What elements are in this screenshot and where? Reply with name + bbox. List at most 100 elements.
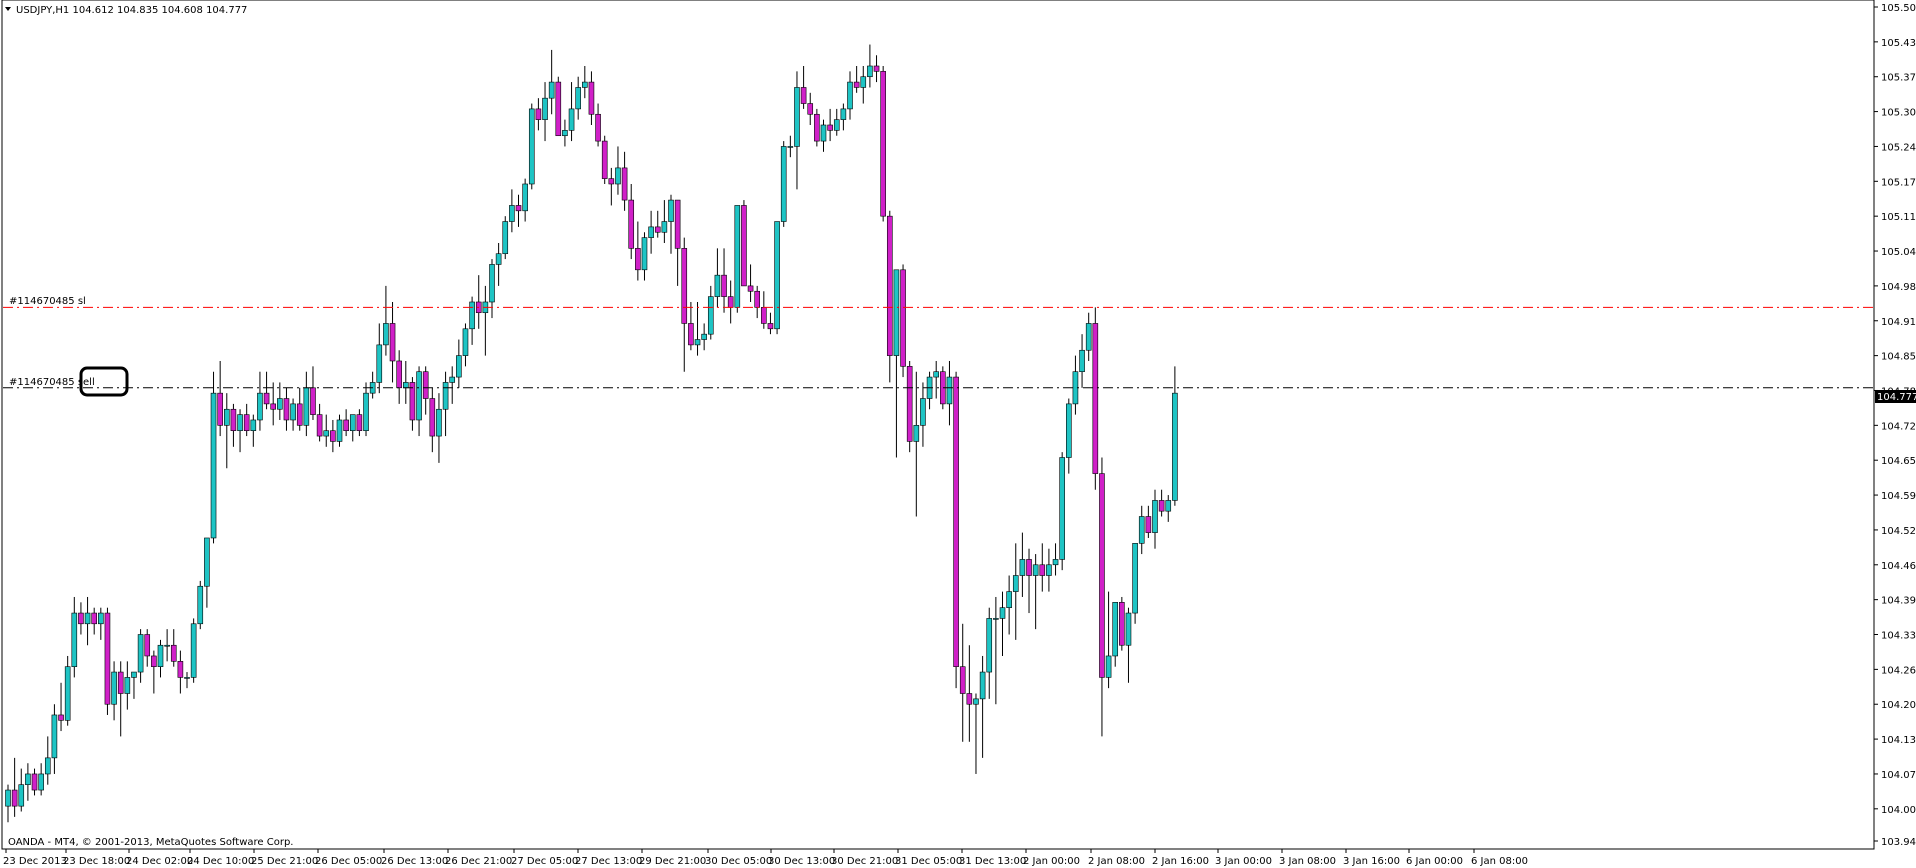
time-tick-label: 2 Jan 00:00 [1023, 856, 1080, 867]
price-tick-label: 104.200 [1881, 700, 1916, 711]
bull-candle [668, 199, 674, 222]
price-tick-label: 105.175 [1881, 177, 1916, 188]
bull-candle [190, 623, 197, 678]
time-tick-label: 27 Dec 13:00 [575, 856, 642, 867]
bear-candle [654, 226, 661, 233]
bull-candle [502, 221, 509, 255]
bull-candle [780, 146, 787, 222]
bear-candle [886, 215, 893, 356]
bear-candle [177, 661, 184, 678]
bull-candle [1165, 500, 1172, 512]
bull-candle [774, 221, 780, 330]
bull-candle [933, 371, 940, 378]
bear-candle [217, 392, 223, 426]
bear-candle [356, 414, 363, 432]
bull-candle [946, 376, 953, 405]
bull-candle [1019, 559, 1026, 576]
bear-candle [11, 789, 18, 807]
bull-candle [528, 108, 535, 185]
bear-candle [601, 140, 608, 179]
sl-line-label: #114670485 sl [9, 296, 86, 307]
bull-candle [707, 296, 714, 335]
bull-candle [84, 612, 91, 625]
time-axis[interactable]: 23 Dec 201323 Dec 18:0024 Dec 02:0024 De… [3, 849, 1528, 867]
time-tick-label: 23 Dec 2013 [3, 856, 67, 867]
bull-candle [416, 371, 422, 421]
price-tick-label: 104.525 [1881, 526, 1916, 537]
bull-candle [449, 376, 456, 383]
bear-candle [555, 81, 562, 137]
bull-candle [495, 253, 502, 265]
price-axis[interactable]: 105.500 105.435 105.370 105.305 105.240 105.1… [1874, 3, 1916, 848]
time-tick-label: 26 Dec 21:00 [445, 856, 512, 867]
bear-candle [767, 323, 774, 330]
bull-candle [303, 387, 310, 426]
bull-candle [124, 677, 131, 694]
bear-candle [263, 392, 270, 405]
bear-candle [1092, 323, 1099, 474]
bear-candle [959, 666, 966, 694]
price-tick-label: 103.945 [1881, 837, 1916, 848]
bear-candle [389, 323, 396, 362]
bull-candle [383, 323, 389, 346]
bear-candle [595, 113, 601, 142]
time-tick-label: 31 Dec 13:00 [959, 856, 1026, 867]
bear-candle [535, 108, 542, 120]
bear-candle [343, 419, 349, 432]
bull-candle [920, 398, 926, 426]
time-tick-label: 31 Dec 05:00 [895, 856, 962, 867]
bull-candle [993, 618, 999, 620]
bull-candle [1046, 564, 1052, 576]
bull-candle [548, 81, 555, 99]
bear-candle [296, 403, 303, 426]
time-tick-label: 24 Dec 10:00 [187, 856, 254, 867]
bull-candle [860, 76, 867, 88]
bull-candle [18, 784, 25, 807]
bear-candle [853, 81, 860, 88]
bull-candle [64, 666, 71, 721]
bull-candle [164, 644, 170, 647]
bear-candle [608, 178, 615, 185]
time-tick-label: 2 Jan 08:00 [1088, 856, 1145, 867]
price-tick-label: 105.045 [1881, 247, 1916, 258]
bear-candle [880, 71, 886, 217]
bear-candle [727, 296, 734, 308]
bull-candle [979, 671, 986, 700]
bull-candle [615, 167, 621, 185]
time-tick-label: 26 Dec 05:00 [315, 856, 382, 867]
bear-candle [1039, 564, 1046, 576]
current-price-tag: 104.777 [1877, 392, 1916, 403]
bear-candle [283, 398, 290, 421]
bear-candle [429, 398, 436, 437]
bear-candle [396, 360, 402, 389]
bear-candle [1145, 516, 1152, 533]
bull-candle [562, 130, 568, 137]
bear-candle [330, 430, 336, 442]
bull-candle [376, 344, 383, 383]
price-tick-label: 104.330 [1881, 631, 1916, 642]
bull-candle [867, 65, 873, 78]
bull-candle [456, 355, 462, 378]
price-tick-label: 104.395 [1881, 596, 1916, 607]
bull-candle [509, 205, 515, 222]
bull-candle [184, 677, 190, 679]
bear-candle [588, 81, 595, 115]
bull-candle [469, 301, 475, 330]
time-tick-label: 29 Dec 21:00 [639, 856, 706, 867]
bear-candle [316, 414, 323, 437]
bull-candle [1079, 349, 1085, 373]
candlestick-chart[interactable]: #114670485 sl #114670485 sell USDJPY,H1 … [0, 0, 1916, 868]
bull-candle [204, 537, 210, 587]
bull-candle [1172, 392, 1178, 501]
bear-candle [628, 199, 635, 249]
bear-candle [761, 307, 767, 324]
time-tick-label: 6 Jan 00:00 [1406, 856, 1463, 867]
price-tick-label: 104.915 [1881, 317, 1916, 328]
bear-candle [827, 124, 833, 131]
bull-candle [840, 108, 847, 120]
plot-area[interactable] [1, 0, 1875, 850]
bear-candle [91, 612, 97, 625]
bull-candle [223, 408, 230, 426]
bull-candle [462, 328, 469, 356]
bear-candle [515, 205, 522, 212]
